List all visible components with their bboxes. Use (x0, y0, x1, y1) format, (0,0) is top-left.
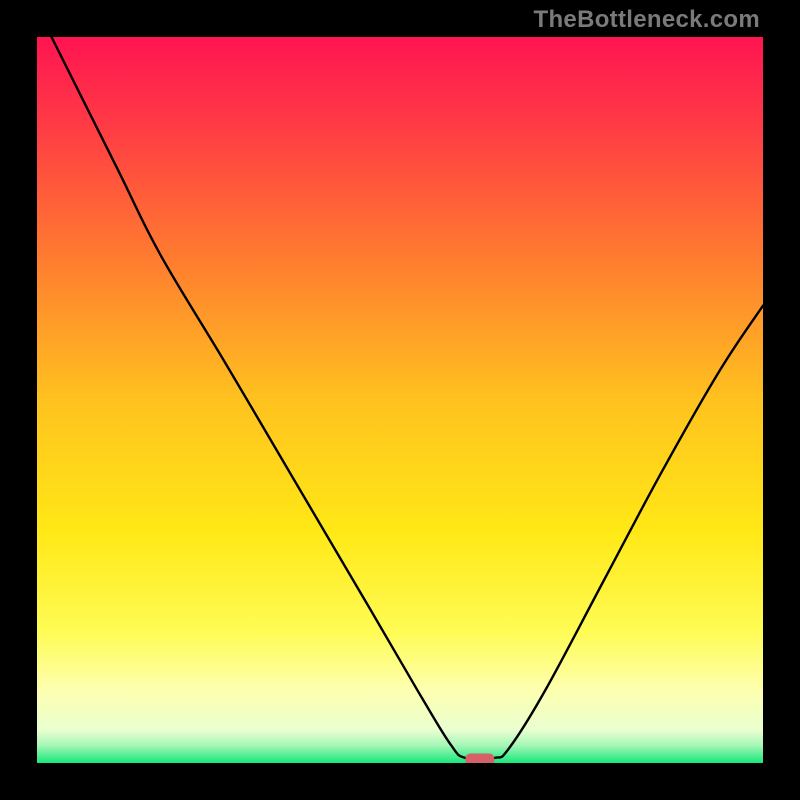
chart-svg (37, 37, 763, 763)
optimum-marker (465, 754, 494, 763)
plot-area (37, 37, 763, 763)
watermark-text: TheBottleneck.com (534, 6, 760, 34)
gradient-background (37, 37, 763, 763)
chart-frame: TheBottleneck.com (0, 0, 800, 800)
